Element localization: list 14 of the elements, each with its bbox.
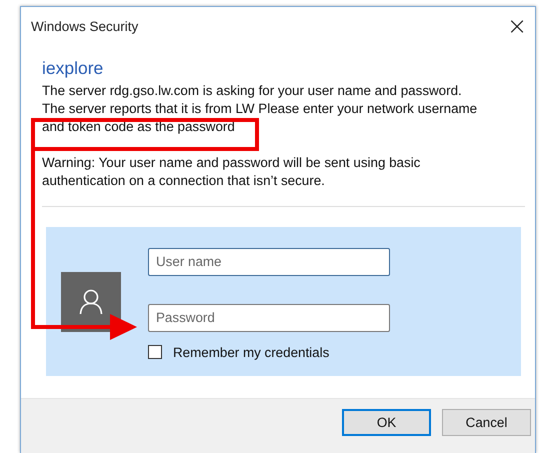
remember-checkbox[interactable] bbox=[148, 345, 162, 359]
window-title: Windows Security bbox=[31, 18, 138, 34]
cancel-button[interactable]: Cancel bbox=[442, 409, 531, 436]
password-field[interactable]: Password bbox=[148, 304, 390, 332]
message-line: The server reports that it is from LW Please enter your network username bbox=[42, 100, 478, 118]
remember-label: Remember my credentials bbox=[173, 344, 330, 360]
user-avatar-icon bbox=[61, 272, 121, 332]
message-line: The server rdg.gso.lw.com is asking for your user name and password. bbox=[42, 82, 462, 100]
ok-button[interactable]: OK bbox=[342, 409, 431, 436]
close-button[interactable]: × bbox=[499, 11, 535, 41]
username-field[interactable]: User name bbox=[148, 248, 390, 276]
app-name: iexplore bbox=[42, 58, 104, 80]
warning-text: Warning: Your user name and password will be sent using basic authentication on a connection that isn’t secure. bbox=[42, 154, 422, 190]
message-line: and token code as the password bbox=[42, 118, 235, 136]
